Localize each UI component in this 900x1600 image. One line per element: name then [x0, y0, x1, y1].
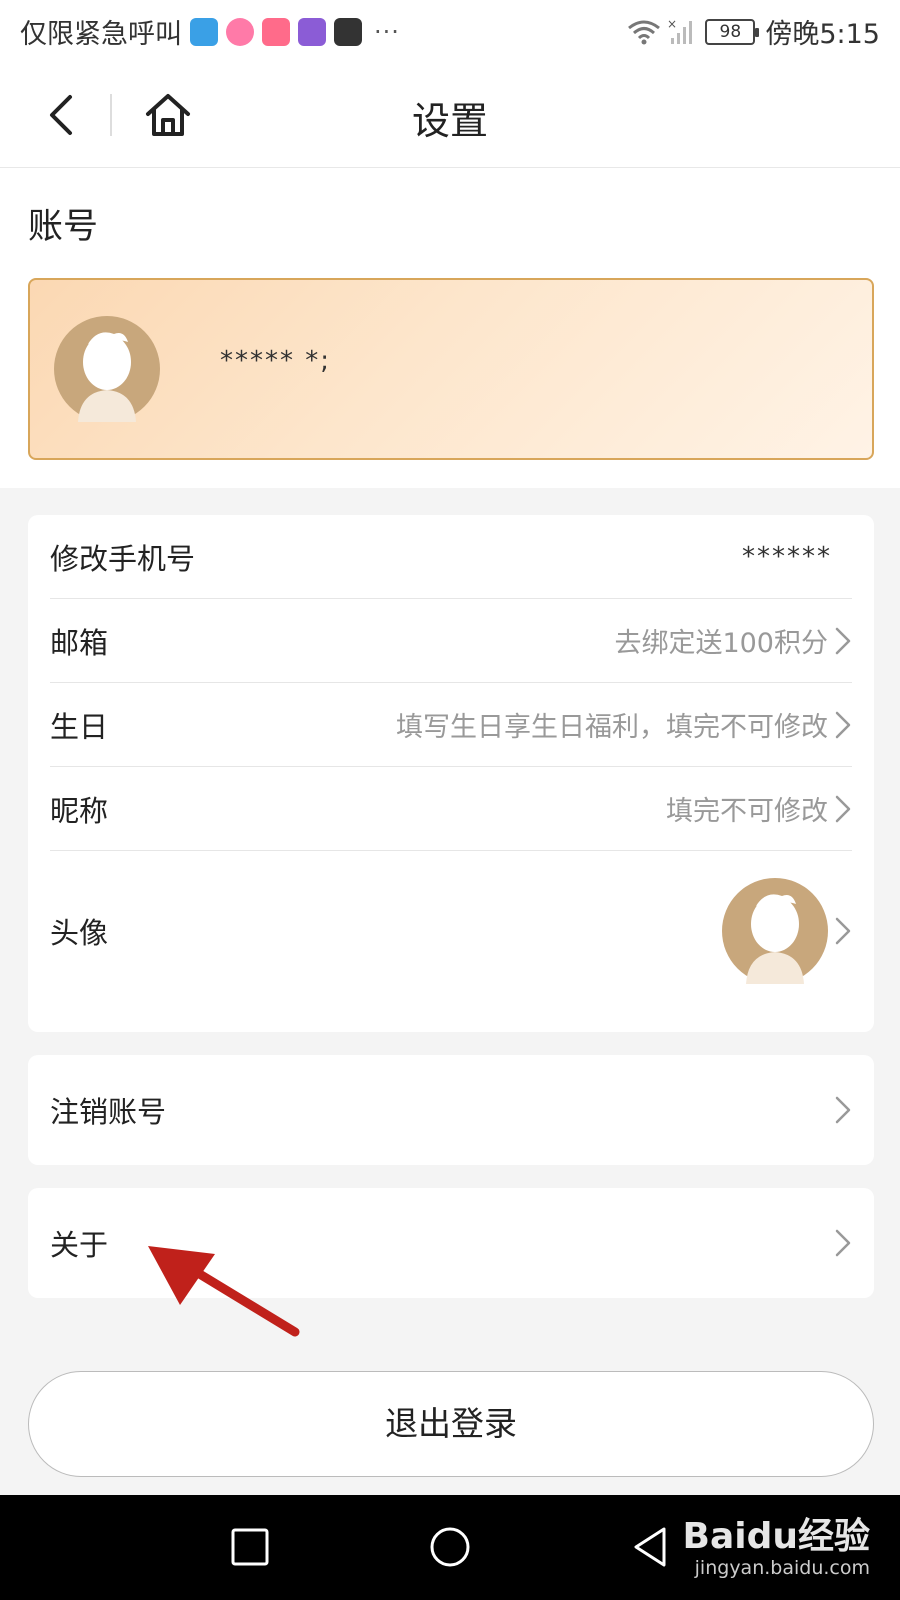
cancel-account-card: 注销账号	[28, 1055, 874, 1165]
account-card[interactable]: ***** *;	[28, 278, 874, 460]
email-row[interactable]: 邮箱 去绑定送100积分	[50, 599, 852, 683]
birthday-label: 生日	[50, 709, 109, 744]
email-value-wrap: 去绑定送100积分	[614, 621, 852, 660]
chevron-right-icon	[835, 1229, 851, 1257]
settings-card: 修改手机号 ****** 邮箱 去绑定送100积分 生日 填写生日享生日福利，填…	[28, 515, 874, 1032]
pig-app-icon	[262, 17, 290, 46]
avatar-value-wrap	[722, 878, 852, 984]
clock-text: 傍晚5:15	[765, 19, 880, 50]
home-system-button[interactable]	[424, 1521, 476, 1573]
battery-icon: 98	[705, 18, 760, 45]
account-heading: 账号	[28, 207, 99, 247]
about-chevron-wrap	[828, 1228, 852, 1258]
home-button[interactable]	[140, 86, 196, 144]
chevron-right-icon	[835, 1096, 851, 1124]
birthday-value: 填写生日享生日福利，填完不可修改	[396, 712, 828, 743]
watermark-url: jingyan.baidu.com	[694, 1557, 870, 1579]
back-system-button[interactable]	[624, 1521, 676, 1573]
birthday-value-wrap: 填写生日享生日福利，填完不可修改	[396, 705, 852, 744]
wifi-icon	[628, 20, 661, 44]
account-section: 账号 ***** *;	[0, 168, 900, 488]
about-card: 关于	[28, 1188, 874, 1298]
bookmark-app-icon	[190, 17, 218, 46]
about-label: 关于	[50, 1228, 109, 1262]
chevron-left-icon	[50, 95, 72, 135]
avatar	[722, 878, 828, 984]
kids-app-icon	[226, 17, 254, 46]
chevron-right-icon	[835, 711, 851, 738]
phone-label: 修改手机号	[50, 541, 196, 576]
about-row[interactable]: 关于	[50, 1188, 852, 1298]
nickname-row[interactable]: 昵称 填完不可修改	[50, 767, 852, 851]
status-left: 仅限紧急呼叫 ···	[20, 12, 400, 51]
status-right: × 98 傍晚5:15	[627, 12, 880, 51]
huawei-store-icon	[334, 17, 362, 46]
recent-apps-button[interactable]	[224, 1521, 276, 1573]
phone-row[interactable]: 修改手机号 ******	[50, 515, 852, 599]
phone-value-wrap: ******	[742, 542, 852, 572]
nav-divider	[110, 94, 112, 136]
logout-button[interactable]: 退出登录	[28, 1371, 874, 1477]
cancel-account-label: 注销账号	[50, 1095, 167, 1129]
back-button[interactable]	[32, 84, 88, 146]
nickname-value: 填完不可修改	[666, 796, 828, 827]
status-bar: 仅限紧急呼叫 ··· × 98 傍晚5:15	[0, 0, 900, 62]
more-notifications-icon: ···	[374, 17, 400, 46]
circle-app-icon	[298, 17, 326, 46]
home-icon	[146, 94, 190, 136]
signal-icon: ×	[667, 18, 693, 44]
avatar	[54, 316, 160, 422]
masked-phone: ******	[742, 541, 832, 572]
svg-text:×: ×	[667, 18, 677, 31]
page-title: 设置	[411, 99, 488, 143]
email-value: 去绑定送100积分	[614, 628, 828, 659]
watermark-brand: Baidu经验	[682, 1516, 870, 1557]
birthday-row[interactable]: 生日 填写生日享生日福利，填完不可修改	[50, 683, 852, 767]
carrier-text: 仅限紧急呼叫	[20, 19, 182, 50]
avatar-label: 头像	[50, 916, 109, 950]
square-icon	[231, 1528, 269, 1566]
cancel-account-chevron-wrap	[828, 1095, 852, 1125]
masked-username: ***** *;	[220, 346, 332, 376]
circle-icon	[430, 1527, 470, 1567]
top-nav-bar: 设置	[0, 62, 900, 168]
cancel-account-row[interactable]: 注销账号	[50, 1055, 852, 1165]
baidu-watermark: Baidu经验 jingyan.baidu.com	[683, 1507, 870, 1579]
avatar-row[interactable]: 头像	[50, 851, 852, 1011]
nickname-value-wrap: 填完不可修改	[666, 789, 852, 828]
chevron-right-icon	[835, 795, 851, 822]
chevron-right-icon	[835, 917, 851, 945]
chevron-right-icon	[835, 627, 851, 654]
triangle-back-icon	[634, 1527, 666, 1567]
email-label: 邮箱	[50, 625, 109, 660]
system-nav-bar: Baidu经验 jingyan.baidu.com	[0, 1495, 900, 1600]
nickname-label: 昵称	[50, 793, 109, 828]
